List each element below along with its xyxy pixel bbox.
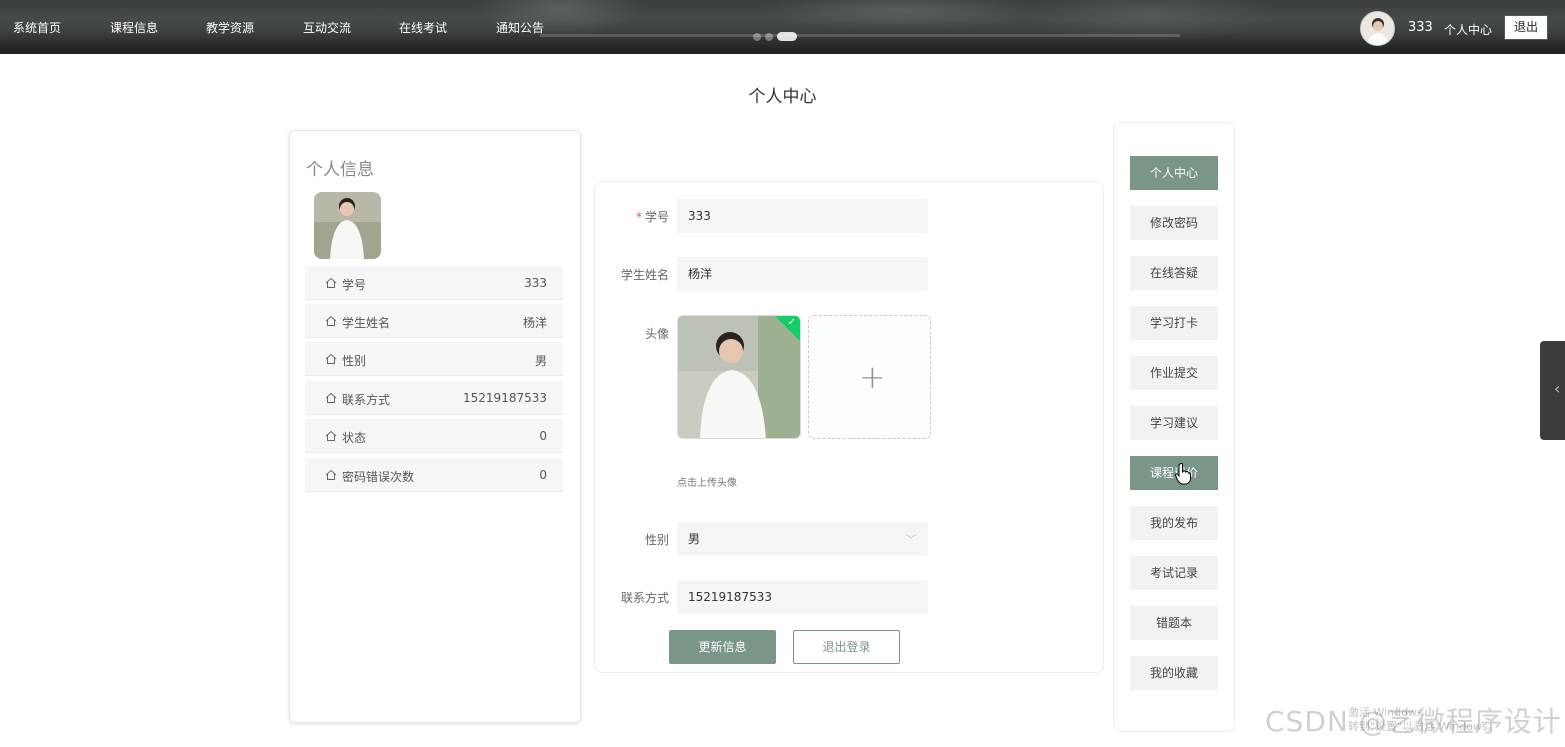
logout-button[interactable]: 退出 [1504,15,1548,40]
phone-label: 联系方式 [620,591,669,605]
nav-online-exam[interactable]: 在线考试 [399,20,447,36]
profile-row-label: 状态 [342,431,367,445]
update-info-button[interactable]: 更新信息 [669,630,776,664]
windows-activation-line-1: 激活 Windows [1348,706,1423,719]
home-outline-icon [325,392,337,403]
profile-row-value: 333 [524,276,547,290]
menu-personal-center[interactable]: 个人中心 [1130,156,1218,190]
home-outline-icon [325,430,337,441]
profile-row-label: 学生姓名 [342,316,391,330]
top-navbar: 系统首页 课程信息 教学资源 互动交流 在线考试 通知公告 333 个人中心 退… [0,0,1565,54]
check-icon: ✓ [787,317,796,328]
home-outline-icon [325,469,337,480]
student-id-label: * 学号 [589,208,669,225]
menu-online-qa[interactable]: 在线答疑 [1130,256,1218,290]
avatar-label: 头像 [644,327,669,341]
profile-row-label: 学号 [342,278,367,292]
profile-row-password-errors: 密码错误次数 0 [305,458,563,492]
menu-my-posts[interactable]: 我的发布 [1130,506,1218,540]
avatar-upload-button[interactable]: + [808,315,931,439]
chevron-left-icon: ‹ [1554,379,1561,398]
required-mark: * [635,210,642,224]
username-label: 333 [1408,20,1433,35]
profile-row-phone: 联系方式 15219187533 [305,381,563,415]
upload-tip: 点击上传头像 [677,478,737,489]
menu-change-password[interactable]: 修改密码 [1130,206,1218,240]
profile-row-label: 性别 [342,354,367,368]
side-drawer-handle[interactable]: ‹ [1540,341,1565,440]
gender-label: 性别 [644,533,669,547]
profile-row-name: 学生姓名 杨洋 [305,304,563,338]
windows-activation-line-2: 转到"设置"以激活 Windows。 [1348,720,1499,733]
page-title: 个人中心 [748,87,817,107]
home-outline-icon [325,315,337,326]
profile-row-label: 密码错误次数 [342,470,415,484]
student-id-field[interactable]: 333 [677,199,928,233]
windows-activation-note: 激活 Windows 转到"设置"以激活 Windows。 [1348,706,1499,734]
chevron-down-icon: ﹀ [906,535,916,546]
menu-homework-submit[interactable]: 作业提交 [1130,356,1218,390]
carousel-dot[interactable] [765,33,773,41]
gender-select[interactable]: 男 [677,522,928,556]
profile-row-student-id: 学号 333 [305,266,563,300]
profile-row-value: 男 [534,354,547,368]
carousel-dot-active[interactable] [777,32,797,41]
student-name-field[interactable]: 杨洋 [677,257,928,291]
menu-study-checkin[interactable]: 学习打卡 [1130,306,1218,340]
menu-study-advice[interactable]: 学习建议 [1130,406,1218,440]
nav-notices[interactable]: 通知公告 [496,20,544,36]
uploaded-avatar-preview[interactable]: ✓ [677,315,801,439]
nav-interaction[interactable]: 互动交流 [303,20,351,36]
profile-row-label: 联系方式 [342,393,391,407]
phone-field[interactable]: 15219187533 [677,580,928,614]
profile-row-value: 杨洋 [522,316,547,330]
plus-icon: + [859,358,886,396]
student-id-label-text: 学号 [644,210,669,224]
profile-row-value: 0 [539,468,547,482]
menu-exam-records[interactable]: 考试记录 [1130,556,1218,590]
profile-row-gender: 性别 男 [305,342,563,376]
banner-road-line [540,34,1180,37]
nav-teaching-resources[interactable]: 教学资源 [206,20,254,36]
profile-row-status: 状态 0 [305,419,563,453]
nav-home[interactable]: 系统首页 [13,20,61,36]
user-avatar[interactable] [1360,11,1395,46]
student-name-label: 学生姓名 [620,268,669,282]
nav-personal-center[interactable]: 个人中心 [1444,21,1492,38]
nav-course-info[interactable]: 课程信息 [110,20,158,36]
hand-cursor-icon [1175,463,1191,485]
home-outline-icon [325,353,337,364]
menu-my-favorites[interactable]: 我的收藏 [1130,656,1218,690]
carousel-dot[interactable] [753,33,761,41]
home-outline-icon [325,277,337,288]
profile-row-value: 15219187533 [463,391,547,405]
profile-row-value: 0 [539,429,547,443]
profile-avatar [314,192,381,259]
profile-card-title: 个人信息 [306,160,374,180]
logout-account-button[interactable]: 退出登录 [793,630,900,664]
navbar-bottom-border [0,51,1565,54]
menu-mistake-book[interactable]: 错题本 [1130,606,1218,640]
menu-course-review[interactable]: 课程评价 [1130,456,1218,490]
